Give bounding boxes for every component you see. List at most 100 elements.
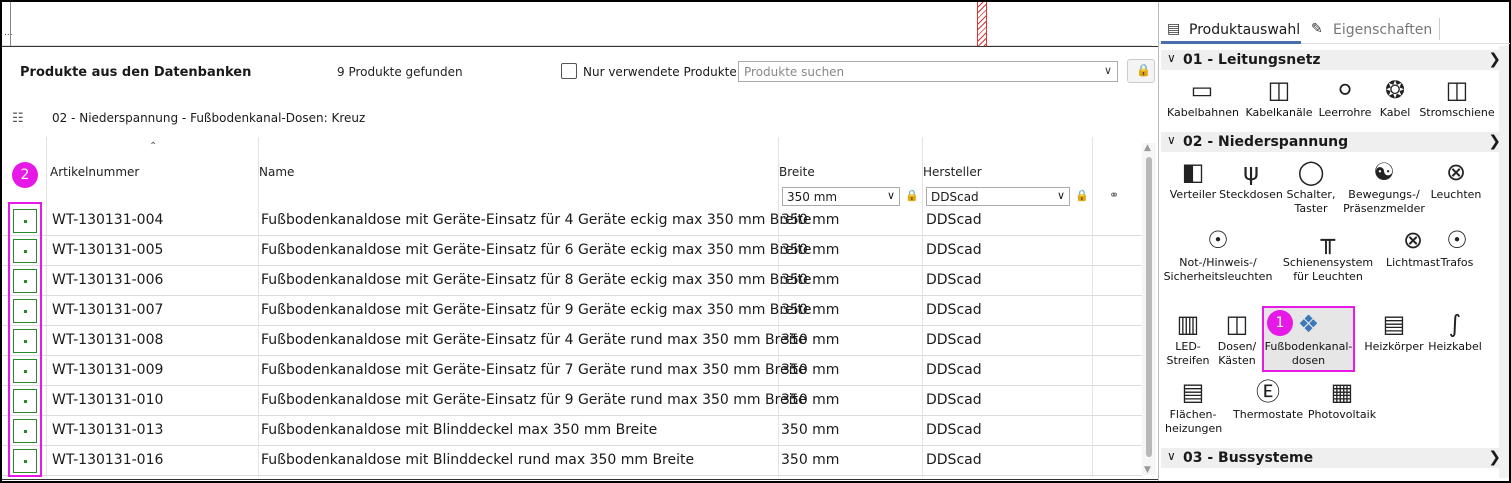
cell-name: Fußbodenkanaldose mit Geräte-Einsatz für… <box>261 272 812 288</box>
highlight-product-icons <box>8 202 42 477</box>
conduit-icon: ⚪ <box>1334 76 1356 104</box>
busbar-icon: ◫ <box>1445 76 1469 104</box>
tile-label: Kabelkanäle <box>1245 106 1313 119</box>
section-leitungsnetz[interactable]: ∨ 01 - Leitungsnetz ❯ <box>1161 50 1503 70</box>
tile-dosen-kaesten[interactable]: ◫ Dosen/ Kästen <box>1213 308 1261 368</box>
tile-heizkabel[interactable]: ∫ Heizkabel <box>1425 308 1485 354</box>
tile-label: dosen <box>1291 354 1326 367</box>
cell-breite: 350 mm <box>781 422 840 438</box>
cell-name: Fußbodenkanaldose mit Blinddeckel rund m… <box>261 452 695 468</box>
filter-options-icon[interactable]: ⚭ <box>1109 188 1119 202</box>
dialog-title: Produkte aus den Datenbanken <box>20 65 252 80</box>
chevron-down-icon: ∨ <box>886 189 895 202</box>
scroll-down-icon[interactable]: ▼ <box>1144 465 1151 475</box>
product-panel: ▤ Produktauswahl ✎ Eigenschaften ∨ 01 - … <box>1158 2 1510 481</box>
table-row[interactable]: WT-130131-007 Fußbodenkanaldose mit Gerä… <box>2 296 1142 326</box>
tile-label: Kabelbahnen <box>1167 106 1239 119</box>
section-niederspannung[interactable]: ∨ 02 - Niederspannung ❯ <box>1161 132 1503 152</box>
tile-lichtmast[interactable]: ⊗ Lichtmast <box>1383 224 1443 270</box>
table-row[interactable]: WT-130131-010 Fußbodenkanaldose mit Gerä… <box>2 386 1142 416</box>
tile-schienensystem[interactable]: ╥ Schienensystem für Leuchten <box>1273 224 1383 284</box>
tile-label: Kabel <box>1379 106 1411 119</box>
tile-label: Trafos <box>1440 256 1474 269</box>
cell-hersteller: DDScad <box>926 362 982 378</box>
solar-panel-icon: ▦ <box>1330 378 1354 406</box>
hersteller-filter-select[interactable]: DDScad ∨ <box>926 187 1070 206</box>
tile-kabelkanaele[interactable]: ◫ Kabelkanäle <box>1243 74 1315 120</box>
properties-icon: ✎ <box>1311 21 1323 37</box>
tile-thermostate[interactable]: Ⓔ Thermostate <box>1233 376 1303 422</box>
table-row[interactable]: WT-130131-005 Fußbodenkanaldose mit Gerä… <box>2 236 1142 266</box>
lock-button[interactable]: 🔒 <box>1127 59 1155 83</box>
breite-filter-value: 350 mm <box>787 190 838 204</box>
tile-leerrohre[interactable]: ⚪ Leerrohre <box>1317 74 1373 120</box>
section-bussysteme[interactable]: ∨ 03 - Bussysteme ❯ <box>1161 448 1503 468</box>
cell-breite: 350 mm <box>781 392 840 408</box>
tab-eigenschaften[interactable]: ✎ Eigenschaften <box>1305 18 1435 44</box>
column-header-hersteller[interactable]: Hersteller <box>923 165 982 179</box>
table-row[interactable]: WT-130131-013 Fußbodenkanaldose mit Blin… <box>2 416 1142 446</box>
tile-stromschiene[interactable]: ◫ Stromschiene <box>1417 74 1497 120</box>
tile-leuchten[interactable]: ⊗ Leuchten <box>1427 156 1485 202</box>
drawing-divider <box>10 2 11 46</box>
cell-name: Fußbodenkanaldose mit Geräte-Einsatz für… <box>261 302 812 318</box>
tab-produktauswahl[interactable]: ▤ Produktauswahl <box>1161 18 1301 44</box>
tile-label: Schienensystem <box>1282 256 1374 269</box>
cell-hersteller: DDScad <box>926 302 982 318</box>
tile-heizkoerper[interactable]: ▤ Heizkörper <box>1359 308 1429 354</box>
tile-label: heizungen <box>1165 422 1223 435</box>
tile-verteiler[interactable]: ◧ Verteiler <box>1165 156 1221 202</box>
tile-kabelbahnen[interactable]: ▭ Kabelbahnen <box>1167 74 1239 120</box>
scroll-thumb[interactable] <box>1146 157 1152 457</box>
catalog-icon: ▤ <box>1167 21 1181 37</box>
table-row[interactable]: WT-130131-006 Fußbodenkanaldose mit Gerä… <box>2 266 1142 296</box>
cell-hersteller: DDScad <box>926 212 982 228</box>
cell-artikelnummer: WT-130131-007 <box>52 302 164 318</box>
tile-notbeleuchtung[interactable]: ☉ Not-/Hinweis-/ Sicherheitsleuchten <box>1163 224 1273 284</box>
tile-trafos[interactable]: ☉ Trafos <box>1435 224 1479 270</box>
chevron-down-icon[interactable]: ∨ <box>1104 64 1112 77</box>
cell-artikelnummer: WT-130131-005 <box>52 242 164 258</box>
tile-label: Taster <box>1294 202 1328 215</box>
transformer-icon: ☉ <box>1446 226 1468 254</box>
tile-led-streifen[interactable]: ▥ LED- Streifen <box>1165 308 1211 368</box>
hersteller-filter-value: DDScad <box>931 190 979 204</box>
light-pole-icon: ⊗ <box>1402 226 1424 254</box>
tab-divider <box>1439 18 1440 40</box>
cell-breite: 350 mm <box>781 272 840 288</box>
breite-filter-select[interactable]: 350 mm ∨ <box>782 187 900 206</box>
tile-bewegungsmelder[interactable]: ☯ Bewegungs-/ Präsenzmelder <box>1341 156 1427 216</box>
sort-ascending-icon[interactable]: ⌃ <box>149 141 157 152</box>
section-label: 02 - Niederspannung <box>1183 134 1349 150</box>
tile-label: Dosen/ <box>1217 340 1257 353</box>
tile-label: LED- <box>1175 340 1201 353</box>
column-header-breite[interactable]: Breite <box>779 165 815 179</box>
only-used-checkbox[interactable] <box>561 63 577 79</box>
tile-photovoltaik[interactable]: ▦ Photovoltaik <box>1305 376 1379 422</box>
tile-flaechenheizungen[interactable]: ▤ Flächen- heizungen <box>1165 376 1223 436</box>
cell-name: Fußbodenkanaldose mit Geräte-Einsatz für… <box>261 392 807 408</box>
table-row[interactable]: WT-130131-004 Fußbodenkanaldose mit Gerä… <box>2 206 1142 236</box>
table-row[interactable]: WT-130131-009 Fußbodenkanaldose mit Gerä… <box>2 356 1142 386</box>
cell-hersteller: DDScad <box>926 452 982 468</box>
cell-artikelnummer: WT-130131-010 <box>52 392 164 408</box>
cell-hersteller: DDScad <box>926 272 982 288</box>
tile-label: Lichtmast <box>1385 256 1441 269</box>
panel-scrollbar[interactable] <box>1499 46 1509 478</box>
tile-label: Sicherheitsleuchten <box>1163 270 1273 283</box>
table-row[interactable]: WT-130131-016 Fußbodenkanaldose mit Blin… <box>2 446 1142 476</box>
cell-artikelnummer: WT-130131-016 <box>52 452 164 468</box>
scroll-up-icon[interactable]: ▲ <box>1144 143 1151 153</box>
product-search-input[interactable]: Produkte suchen ∨ <box>738 61 1118 82</box>
tile-kabel[interactable]: ❂ Kabel <box>1373 74 1417 120</box>
socket-icon: ψ <box>1243 158 1259 186</box>
tile-steckdosen[interactable]: ψ Steckdosen <box>1219 156 1283 202</box>
tile-schalter-taster[interactable]: ◯ Schalter, Taster <box>1285 156 1337 216</box>
table-scrollbar[interactable]: ▲ ▼ <box>1142 143 1156 475</box>
column-header-artikelnummer[interactable]: Artikelnummer <box>50 165 139 179</box>
table-row[interactable]: WT-130131-008 Fußbodenkanaldose mit Gerä… <box>2 326 1142 356</box>
column-header-name[interactable]: Name <box>259 165 294 179</box>
hersteller-lock-icon[interactable]: 🔒 <box>1075 189 1089 202</box>
breite-lock-icon[interactable]: 🔒 <box>905 189 919 202</box>
cell-breite: 350 mm <box>781 362 840 378</box>
